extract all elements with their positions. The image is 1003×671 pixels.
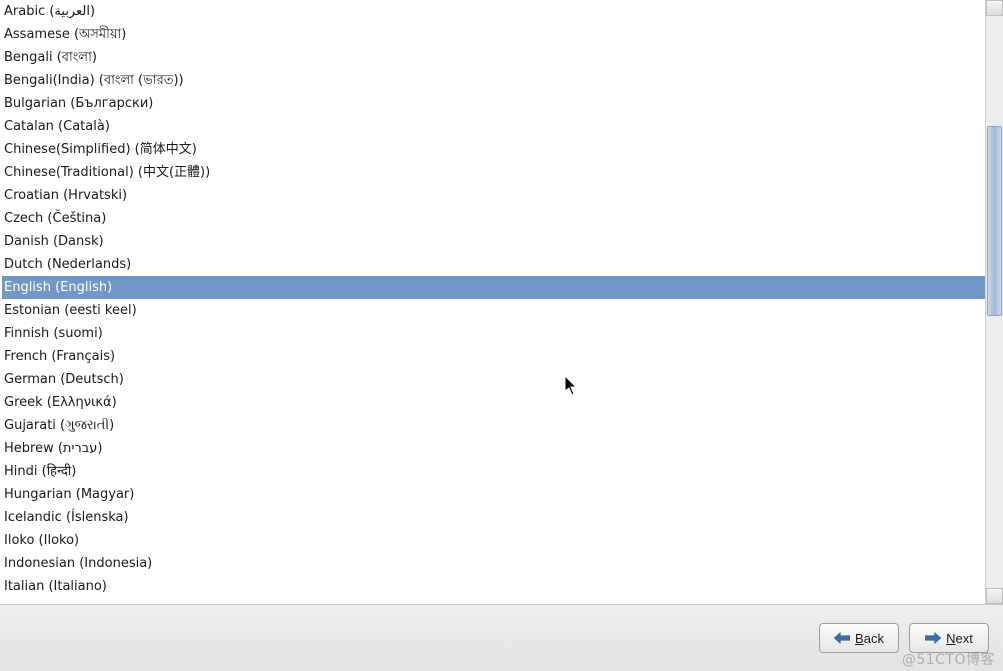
list-item[interactable]: Finnish (suomi) xyxy=(2,322,985,345)
list-item[interactable]: Bengali(India) (বাংলা (ভারত)) xyxy=(2,69,985,92)
list-item[interactable]: Bengali (বাংলা) xyxy=(2,46,985,69)
arrow-left-icon xyxy=(834,632,850,644)
list-item[interactable]: Indonesian (Indonesia) xyxy=(2,552,985,575)
language-list[interactable]: Arabic (العربية)Assamese (অসমীয়া)Bengal… xyxy=(0,0,985,598)
list-item[interactable]: Chinese(Simplified) (简体中文) xyxy=(2,138,985,161)
list-item[interactable]: Hindi (हिन्दी) xyxy=(2,460,985,483)
scroll-thumb[interactable] xyxy=(987,126,1002,316)
list-item[interactable]: Greek (Ελληνικά) xyxy=(2,391,985,414)
next-button[interactable]: Next xyxy=(909,623,989,653)
scroll-track[interactable] xyxy=(986,16,1003,588)
list-item[interactable]: Croatian (Hrvatski) xyxy=(2,184,985,207)
list-item[interactable]: Assamese (অসমীয়া) xyxy=(2,23,985,46)
list-item[interactable]: Chinese(Traditional) (中文(正體)) xyxy=(2,161,985,184)
next-button-label: Next xyxy=(946,631,973,646)
list-item[interactable]: Czech (Čeština) xyxy=(2,207,985,230)
list-item[interactable]: Italian (Italiano) xyxy=(2,575,985,598)
list-item[interactable]: Icelandic (Íslenska) xyxy=(2,506,985,529)
list-item[interactable]: Danish (Dansk) xyxy=(2,230,985,253)
back-button-label: Back xyxy=(855,631,884,646)
list-item[interactable]: Estonian (eesti keel) xyxy=(2,299,985,322)
list-item[interactable]: Hungarian (Magyar) xyxy=(2,483,985,506)
list-item[interactable]: Arabic (العربية) xyxy=(2,0,985,23)
scroll-up-button[interactable] xyxy=(986,0,1003,16)
list-item[interactable]: Gujarati (ગુજરાતી) xyxy=(2,414,985,437)
list-item[interactable]: Catalan (Català) xyxy=(2,115,985,138)
language-list-container: Arabic (العربية)Assamese (অসমীয়া)Bengal… xyxy=(0,0,985,604)
list-item[interactable]: German (Deutsch) xyxy=(2,368,985,391)
list-item[interactable]: French (Français) xyxy=(2,345,985,368)
list-item[interactable]: English (English) xyxy=(2,276,985,299)
arrow-right-icon xyxy=(925,632,941,644)
list-item[interactable]: Hebrew (עברית) xyxy=(2,437,985,460)
main-area: Arabic (العربية)Assamese (অসমীয়া)Bengal… xyxy=(0,0,1003,604)
list-item[interactable]: Iloko (Iloko) xyxy=(2,529,985,552)
scroll-down-button[interactable] xyxy=(986,588,1003,604)
scrollbar-vertical[interactable] xyxy=(985,0,1003,604)
list-item[interactable]: Bulgarian (Български) xyxy=(2,92,985,115)
list-item[interactable]: Dutch (Nederlands) xyxy=(2,253,985,276)
bottom-bar: Back Next xyxy=(0,604,1003,671)
back-button[interactable]: Back xyxy=(819,623,899,653)
